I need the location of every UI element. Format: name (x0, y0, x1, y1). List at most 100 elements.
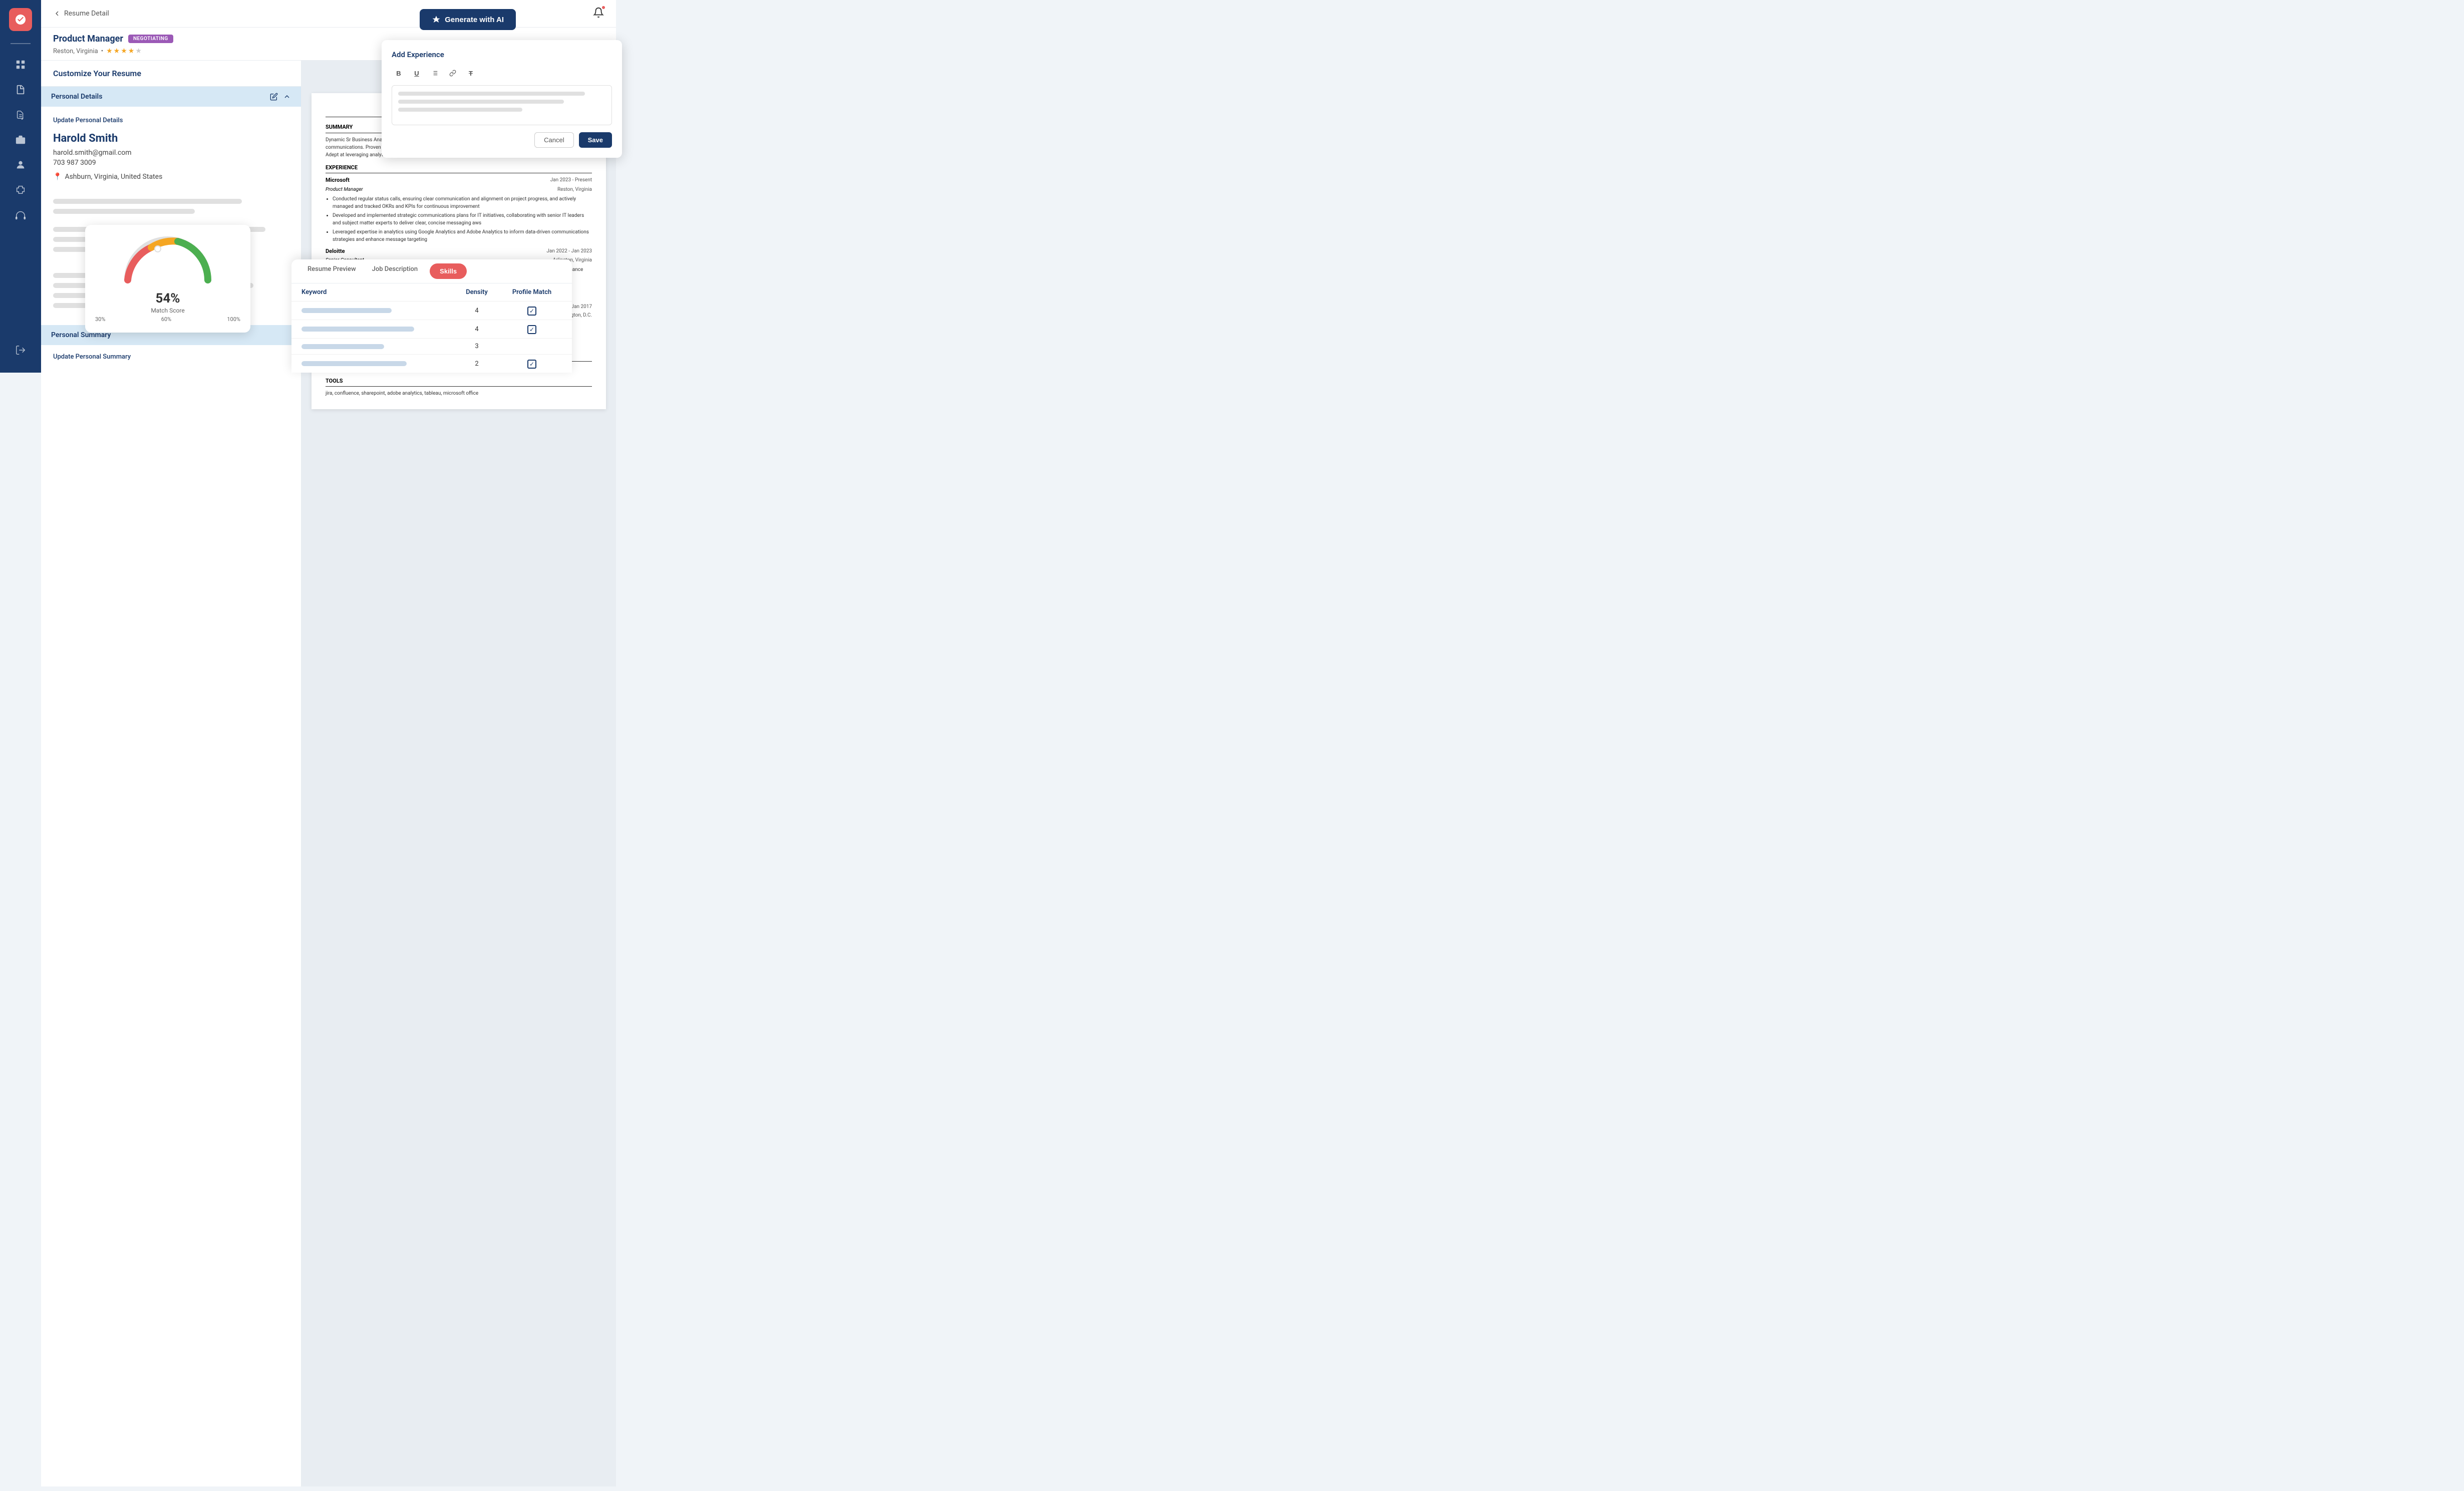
bullet-item: Leveraged expertise in analytics using G… (333, 228, 592, 243)
keyword-cell (301, 327, 452, 332)
back-button[interactable]: Resume Detail (53, 10, 109, 18)
keyword-cell (301, 344, 452, 349)
exp-deloitte-header: Deloitte Jan 2022 - Jan 2023 (326, 247, 592, 256)
check-icon: ✓ (527, 325, 536, 334)
sidebar-item-contacts[interactable] (10, 154, 31, 175)
resume-tools-title: TOOLS (326, 377, 592, 387)
edit-icon[interactable] (270, 93, 278, 101)
list-button[interactable] (428, 66, 442, 80)
editor-skeleton-line (398, 100, 564, 104)
editor-toolbar: B U T (392, 66, 612, 80)
exp-microsoft-header: Microsoft Jan 2023 - Present (326, 176, 592, 185)
star-3: ★ (121, 47, 127, 55)
role-title: Product Manager (53, 34, 123, 44)
page-header: Resume Detail (41, 0, 616, 28)
tab-skills-active[interactable]: Skills (430, 263, 467, 279)
sidebar-divider (11, 43, 31, 44)
keyword-bar (301, 344, 384, 349)
chevron-up-icon[interactable] (283, 93, 291, 101)
update-summary-label: Update Personal Summary (41, 345, 301, 369)
skills-table: Keyword Density Profile Match 4 ✓ 4 (291, 283, 572, 373)
status-badge: NEGOTIATING (128, 35, 173, 43)
personal-details-content: Update Personal Details Harold Smith har… (41, 107, 301, 191)
sidebar-item-support[interactable] (10, 204, 31, 225)
add-experience-modal: Add Experience B U T Cancel Save (382, 40, 622, 158)
person-location: 📍 Ashburn, Virginia, United States (53, 173, 289, 181)
profile-match-cell: ✓ (502, 359, 562, 369)
gauge-chart (123, 235, 213, 285)
table-row: 4 ✓ (291, 301, 572, 320)
table-row: 2 ✓ (291, 354, 572, 373)
person-name: Harold Smith (53, 132, 289, 145)
resume-experience-title: EXPERIENCE (326, 164, 592, 174)
personal-details-section-header[interactable]: Personal Details (41, 87, 301, 107)
star-4: ★ (128, 47, 135, 55)
save-button[interactable]: Save (579, 132, 612, 148)
separator: • (101, 48, 103, 55)
location-pin-icon: 📍 (53, 173, 62, 181)
match-label: Match Score (95, 307, 240, 314)
density-cell: 3 (452, 343, 502, 350)
notification-bell[interactable] (593, 7, 604, 20)
keyword-cell (301, 308, 452, 313)
main-area: Resume Detail Product Manager NEGOTIATIN… (41, 0, 616, 373)
keyword-bar (301, 361, 407, 366)
section-header-icons (270, 93, 291, 101)
star-5-empty: ★ (135, 47, 142, 55)
sidebar-item-logout[interactable] (10, 340, 31, 361)
exp-date-deloitte: Jan 2022 - Jan 2023 (546, 247, 592, 256)
density-cell: 4 (452, 326, 502, 333)
tab-resume-preview[interactable]: Resume Preview (299, 259, 364, 283)
bullet-item: Conducted regular status calls, ensuring… (333, 195, 592, 210)
exp-microsoft-role-header: Product Manager Reston, Virginia (326, 186, 592, 193)
exp-company-microsoft: Microsoft (326, 176, 350, 185)
star-1: ★ (106, 47, 113, 55)
strikethrough-button[interactable]: T (464, 66, 478, 80)
gauge-labels: 30% 60% 100% (95, 316, 240, 323)
profile-match-cell: ✓ (502, 324, 562, 334)
gauge-100-label: 100% (227, 316, 240, 323)
bullet-item: Developed and implemented strategic comm… (333, 212, 592, 227)
keyword-bar (301, 308, 392, 313)
modal-actions: Cancel Save (392, 132, 612, 148)
skeleton-line (53, 199, 242, 204)
underline-button[interactable]: U (410, 66, 424, 80)
link-button[interactable] (446, 66, 460, 80)
sidebar-item-jobs[interactable] (10, 129, 31, 150)
sidebar-item-extensions[interactable] (10, 179, 31, 200)
generate-ai-button[interactable]: Generate with AI (420, 9, 516, 30)
star-2: ★ (114, 47, 120, 55)
customize-header: Customize Your Resume (41, 61, 301, 87)
sidebar-item-resume[interactable] (10, 79, 31, 100)
bold-button[interactable]: B (392, 66, 406, 80)
density-header: Density (452, 288, 502, 296)
cancel-button[interactable]: Cancel (534, 132, 573, 148)
star-rating: ★ ★ ★ ★ ★ (106, 47, 142, 55)
editor-skeleton-line (398, 92, 585, 96)
skills-table-header: Keyword Density Profile Match (291, 283, 572, 301)
skills-panel: Resume Preview Job Description Skills Ke… (291, 259, 572, 373)
gauge-30-label: 30% (95, 316, 105, 323)
match-score-card: 54% Match Score 30% 60% 100% (85, 225, 250, 333)
exp-company-deloitte: Deloitte (326, 247, 345, 256)
table-row: 3 (291, 338, 572, 354)
editor-content[interactable] (392, 85, 612, 125)
tab-job-description[interactable]: Job Description (364, 259, 426, 283)
keyword-cell (301, 361, 452, 366)
person-email: harold.smith@gmail.com (53, 149, 289, 157)
density-cell: 4 (452, 307, 502, 315)
sidebar-item-dashboard[interactable] (10, 54, 31, 75)
table-row: 4 ✓ (291, 320, 572, 338)
exp-role-microsoft: Product Manager (326, 186, 363, 193)
profile-match-header: Profile Match (502, 288, 562, 296)
exp-bullets-microsoft: Conducted regular status calls, ensuring… (333, 195, 592, 243)
app-logo[interactable] (9, 8, 32, 31)
exp-location-microsoft: Reston, Virginia (557, 186, 592, 193)
match-percent: 54% (95, 291, 240, 306)
sidebar-item-documents[interactable] (10, 104, 31, 125)
notification-dot (601, 5, 606, 10)
skills-tabs: Resume Preview Job Description Skills (291, 259, 572, 283)
check-icon: ✓ (527, 307, 536, 316)
personal-details-title: Personal Details (51, 93, 102, 101)
location-text: Reston, Virginia (53, 48, 98, 55)
